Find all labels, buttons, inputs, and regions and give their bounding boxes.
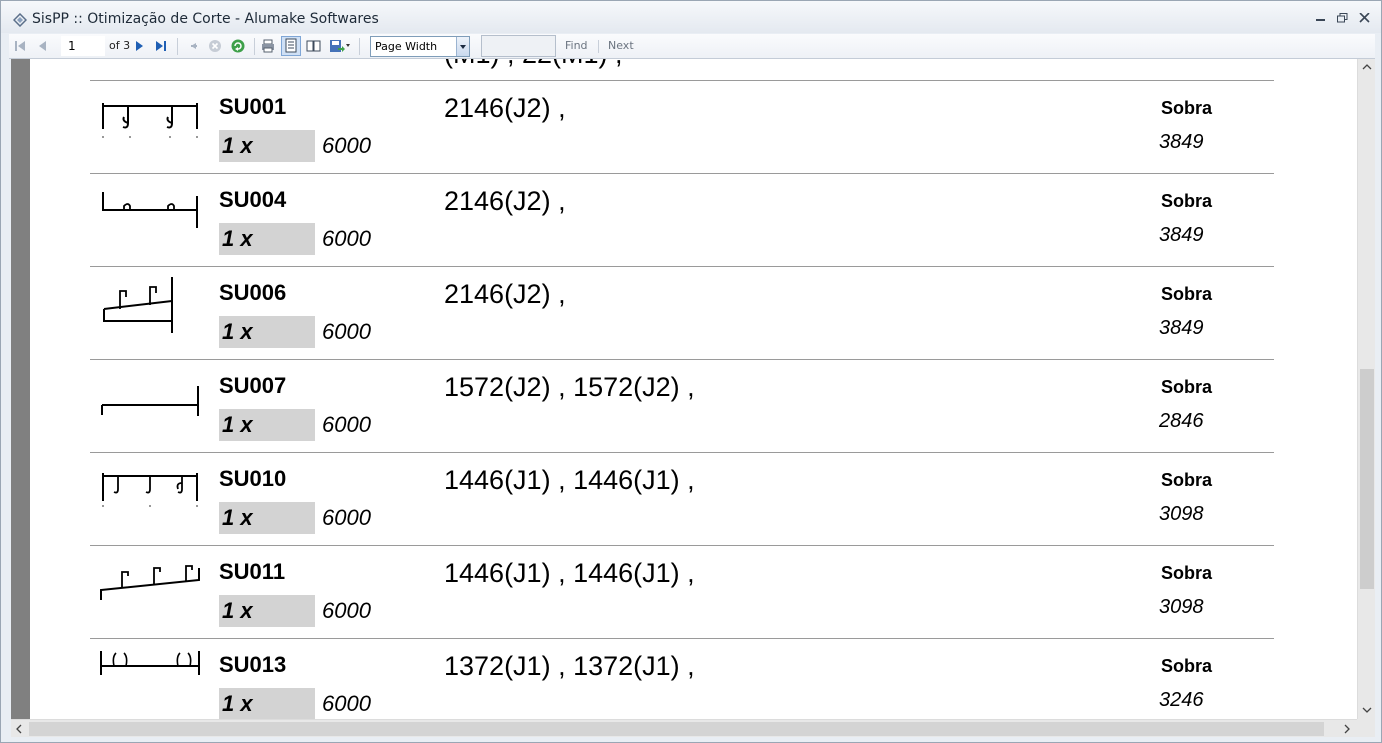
horizontal-scroll-thumb[interactable]	[29, 722, 1324, 736]
sobra-value: 3849	[1159, 317, 1204, 339]
bar-quantity: 1 x	[219, 223, 315, 255]
cut-list: 1446(J1) , 1446(J1) ,	[444, 558, 695, 588]
profile-su006-icon	[100, 275, 200, 335]
profile-su004-icon	[100, 182, 200, 242]
sobra-value: 3849	[1159, 131, 1204, 153]
refresh-icon[interactable]	[230, 38, 246, 54]
find-input[interactable]	[481, 35, 556, 57]
horizontal-scrollbar[interactable]	[11, 719, 1357, 737]
sobra-value: 3098	[1159, 596, 1204, 618]
profile-code: SU006	[219, 280, 287, 305]
zoom-select[interactable]: Page Width	[370, 36, 470, 57]
bar-quantity: 1 x	[219, 409, 315, 441]
profile-code: SU011	[219, 559, 286, 584]
scroll-left-icon[interactable]	[13, 723, 25, 735]
profile-su011-icon	[100, 554, 200, 614]
bar-quantity: 1 x	[219, 595, 315, 627]
cut-list: 2146(J2) ,	[444, 93, 566, 123]
report-row: SU010 1 x 6000 1446(J1) , 1446(J1) , Sobra 30…	[90, 453, 1274, 546]
find-next-link[interactable]: Next	[608, 39, 634, 52]
zoom-dropdown-arrow-icon[interactable]	[456, 37, 469, 56]
bar-length: 6000	[322, 226, 371, 251]
title-bar: SisPP :: Otimização de Corte - Alumake S…	[1, 1, 1381, 33]
last-page-icon[interactable]	[153, 38, 169, 54]
report-row: SU011 1 x 6000 1446(J1) , 1446(J1) , Sobra 30…	[90, 546, 1274, 639]
report-row: SU004 1 x 6000 2146(J2) , Sobra 3849	[90, 174, 1274, 267]
app-logo-icon	[12, 12, 28, 28]
bar-quantity: 1 x	[219, 316, 315, 348]
vertical-scroll-thumb[interactable]	[1360, 369, 1374, 589]
print-icon[interactable]	[260, 38, 276, 54]
scroll-up-icon[interactable]	[1361, 61, 1373, 73]
profile-code: SU004	[219, 187, 287, 212]
cut-list: 2146(J2) ,	[444, 186, 566, 216]
page-number-input[interactable]	[61, 36, 105, 56]
sobra-value: 3849	[1159, 224, 1204, 246]
scroll-right-icon[interactable]	[1341, 723, 1353, 735]
scroll-down-icon[interactable]	[1361, 704, 1373, 716]
export-icon[interactable]	[329, 38, 350, 54]
bar-length: 6000	[322, 133, 371, 158]
bar-quantity: 1 x	[219, 130, 315, 162]
restore-button[interactable]	[1335, 11, 1351, 25]
back-icon[interactable]	[185, 38, 201, 54]
cut-list: 2146(J2) ,	[444, 279, 566, 309]
close-button[interactable]	[1357, 11, 1373, 25]
profile-su013-icon	[100, 647, 200, 707]
cut-list: 1372(J1) , 1372(J1) ,	[444, 651, 695, 681]
bar-length: 6000	[322, 412, 371, 437]
bar-length: 6000	[322, 691, 371, 716]
previous-page-icon[interactable]	[35, 38, 51, 54]
bar-quantity: 1 x	[219, 502, 315, 534]
bar-length: 6000	[322, 505, 371, 530]
sobra-label: Sobra	[1161, 377, 1213, 397]
sobra-value: 3246	[1159, 689, 1204, 711]
sobra-label: Sobra	[1161, 656, 1213, 676]
report-row: SU007 1 x 6000 1572(J2) , 1572(J2) , Sobra 28…	[90, 360, 1274, 453]
sobra-label: Sobra	[1161, 470, 1213, 490]
app-window: SisPP :: Otimização de Corte - Alumake S…	[0, 0, 1382, 743]
profile-su007-icon	[100, 368, 200, 428]
profile-su010-icon	[100, 461, 200, 521]
print-layout-icon[interactable]	[281, 36, 301, 56]
report-page: (M1) , 22(M1) , SU001 1 x 6000 2146(J2) , So…	[30, 59, 1357, 719]
next-page-icon[interactable]	[131, 38, 147, 54]
minimize-button[interactable]	[1313, 11, 1329, 25]
report-viewport: (M1) , 22(M1) , SU001 1 x 6000 2146(J2) , So…	[11, 59, 1357, 719]
sobra-value: 2846	[1159, 410, 1204, 432]
report-toolbar: of 3 Page Width	[9, 34, 1375, 59]
report-row: SU013 1 x 6000 1372(J1) , 1372(J1) , Sobra 32…	[90, 639, 1274, 719]
vertical-scrollbar[interactable]	[1357, 59, 1375, 719]
page-setup-icon[interactable]	[306, 38, 322, 54]
page-count-label: of 3	[109, 39, 131, 52]
sobra-value: 3098	[1159, 503, 1204, 525]
stop-icon[interactable]	[207, 38, 223, 54]
cut-list: 1446(J1) , 1446(J1) ,	[444, 465, 695, 495]
sobra-label: Sobra	[1161, 98, 1213, 118]
profile-code: SU010	[219, 466, 287, 491]
profile-code: SU013	[219, 652, 287, 677]
find-link[interactable]: Find	[565, 39, 588, 52]
profile-code: SU007	[219, 373, 287, 398]
sobra-label: Sobra	[1161, 563, 1213, 583]
profile-su001-icon	[100, 89, 200, 149]
sobra-label: Sobra	[1161, 284, 1213, 304]
partial-cut-text: (M1) , 22(M1) ,	[444, 59, 623, 70]
first-page-icon[interactable]	[13, 38, 29, 54]
bar-quantity: 1 x	[219, 688, 315, 719]
window-title: SisPP :: Otimização de Corte - Alumake S…	[32, 11, 379, 27]
report-row: SU001 1 x 6000 2146(J2) , Sobra 3849	[90, 81, 1274, 174]
bar-length: 6000	[322, 319, 371, 344]
cut-list: 1572(J2) , 1572(J2) ,	[444, 372, 695, 402]
sobra-label: Sobra	[1161, 191, 1213, 211]
report-row: SU006 1 x 6000 2146(J2) , Sobra 3849	[90, 267, 1274, 360]
bar-length: 6000	[322, 598, 371, 623]
profile-code: SU001	[219, 94, 287, 119]
